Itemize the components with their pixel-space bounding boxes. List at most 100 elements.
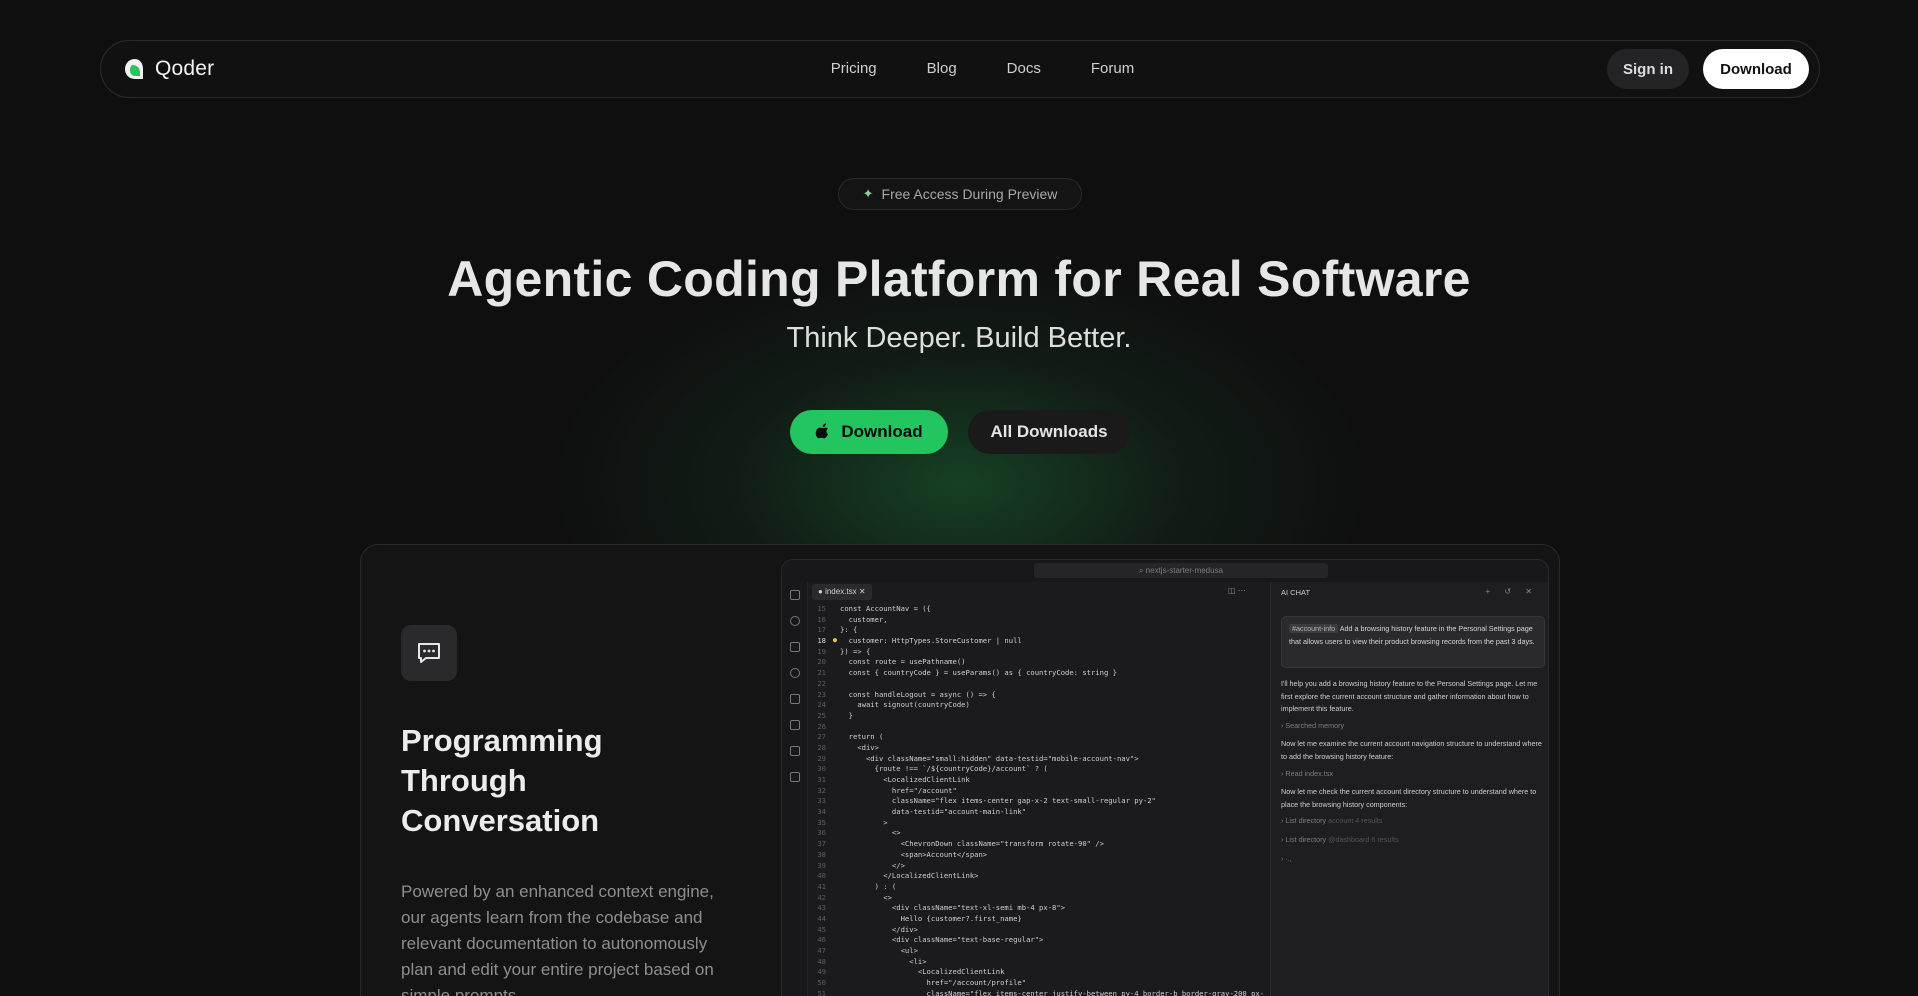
code-text: className="flex items-center gap-x-2 tex…	[840, 796, 1156, 806]
chat-tool-step[interactable]: › Searched memory	[1281, 720, 1548, 733]
code-line: 47 <ul>	[808, 946, 1270, 957]
line-number: 21	[817, 668, 826, 678]
explorer-icon[interactable]	[790, 590, 800, 600]
gutter	[830, 871, 840, 882]
terminal-icon[interactable]	[790, 746, 800, 756]
sign-in-button[interactable]: Sign in	[1607, 49, 1689, 89]
ai-chat-header-icons[interactable]: + ↺ ✕	[1485, 587, 1538, 596]
chat-tool-step[interactable]: › Read index.tsx	[1281, 768, 1548, 781]
code-text: <div className="text-base-regular">	[840, 935, 1044, 945]
nav-link-forum[interactable]: Forum	[1091, 60, 1134, 77]
gutter	[830, 711, 840, 722]
chat-tool-step[interactable]: › ·.,	[1281, 853, 1548, 866]
all-downloads-button[interactable]: All Downloads	[968, 410, 1130, 454]
nav-download-button[interactable]: Download	[1703, 49, 1809, 89]
code-line: 36 <>	[808, 828, 1270, 839]
hero-download-button[interactable]: Download	[790, 410, 948, 454]
code-text: const handleLogout = async () => {	[840, 689, 996, 699]
run-icon[interactable]	[790, 720, 800, 730]
code-text: </>	[840, 860, 905, 870]
code-text: <LocalizedClientLink	[840, 967, 1005, 977]
search-icon[interactable]	[790, 616, 800, 626]
gutter	[830, 625, 840, 636]
line-number: 16	[817, 614, 826, 624]
line-number: 22	[817, 678, 826, 688]
code-text: Hello {customer?.first_name}	[840, 913, 1022, 923]
code-line: 37 <ChevronDown className="transform rot…	[808, 839, 1270, 850]
line-number: 33	[817, 796, 826, 806]
line-number: 46	[817, 935, 826, 945]
ide-screenshot: ⌕ nextjs-starter-medusa ● index.tsx ✕ ◫ …	[781, 559, 1549, 996]
chat-message: Now let me check the current account dir…	[1281, 787, 1537, 809]
hero-title: Agentic Coding Platform for Real Softwar…	[447, 251, 1471, 307]
tool-step-label: › Searched memory	[1281, 720, 1345, 730]
line-number: 20	[817, 657, 826, 667]
gutter	[830, 700, 840, 711]
nav-link-docs[interactable]: Docs	[1007, 60, 1041, 77]
code-text: <>	[840, 892, 892, 902]
gutter	[830, 743, 840, 754]
chat-tool-step[interactable]: › List directory account 4 results	[1281, 815, 1548, 828]
line-number: 34	[817, 807, 826, 817]
tool-step-label: › List directory	[1281, 834, 1327, 844]
code-line: 22	[808, 679, 1270, 690]
code-line: 20 const route = usePathname()	[808, 657, 1270, 668]
code-text: </div>	[840, 924, 918, 934]
code-text: <div>	[840, 742, 879, 752]
code-text: <>	[840, 828, 901, 838]
code-line: 43 <div className="text-xl-semi mb-4 px-…	[808, 903, 1270, 914]
line-number: 37	[817, 839, 826, 849]
gutter	[830, 893, 840, 904]
lightbulb-icon[interactable]: ●	[830, 636, 840, 647]
line-number: 31	[817, 775, 826, 784]
preview-badge[interactable]: ✦ Free Access During Preview	[838, 178, 1082, 210]
editor-tab-label: index.tsx	[825, 587, 857, 596]
context-tag[interactable]: #account-info	[1289, 624, 1339, 633]
settings-gear-icon[interactable]	[790, 694, 800, 704]
code-line: 18 ● customer: HttpTypes.StoreCustomer | …	[808, 636, 1270, 647]
chat-tool-step[interactable]: › List directory @dashboard 6 results	[1281, 834, 1548, 847]
code-line: 50 href="/account/profile"	[808, 978, 1270, 989]
code-text: <li>	[840, 956, 927, 966]
code-editor[interactable]: 15 const AccountNav = ({16 customer, 17}: …	[808, 604, 1270, 996]
source-control-icon[interactable]	[790, 642, 800, 652]
code-text: <span>Account</span>	[840, 849, 988, 859]
code-text: customer,	[840, 614, 888, 624]
line-number: 44	[817, 913, 826, 923]
line-number: 25	[817, 710, 826, 720]
gutter	[830, 786, 840, 797]
code-line: 27 return (	[808, 732, 1270, 743]
magic-wand-icon: ✦	[862, 186, 874, 201]
code-text: className="flex items-center justify-bet…	[840, 988, 1265, 996]
gutter	[830, 807, 840, 818]
code-text: data-testid="account-main-link"	[840, 807, 1027, 817]
code-text: }: {	[840, 625, 858, 635]
line-number: 38	[817, 849, 826, 859]
code-line: 33 className="flex items-center gap-x-2 …	[808, 796, 1270, 807]
code-line: 39 </>	[808, 861, 1270, 872]
extensions-icon[interactable]	[790, 772, 800, 782]
gutter	[830, 668, 840, 679]
gutter	[830, 882, 840, 893]
code-line: 21 const { countryCode } = useParams() a…	[808, 668, 1270, 679]
line-number: 17	[817, 625, 826, 635]
gutter	[830, 722, 840, 733]
editor-tab-index[interactable]: ● index.tsx ✕	[812, 584, 872, 600]
code-text: href="/account/profile"	[840, 978, 1027, 988]
gutter	[830, 647, 840, 658]
debug-icon[interactable]	[790, 668, 800, 678]
code-line: 32 href="/account"	[808, 786, 1270, 797]
nav-link-pricing[interactable]: Pricing	[831, 60, 877, 77]
gutter	[830, 604, 840, 615]
line-number: 51	[817, 988, 826, 996]
ide-command-search[interactable]: ⌕ nextjs-starter-medusa	[1034, 563, 1328, 578]
code-text: await signout(countryCode)	[840, 700, 970, 710]
line-number: 40	[817, 871, 826, 881]
line-number: 23	[817, 689, 826, 699]
gutter	[830, 850, 840, 861]
editor-toolbar-icons[interactable]: ◫ ⋯	[1228, 586, 1246, 595]
nav-link-blog[interactable]: Blog	[927, 60, 957, 77]
gutter	[830, 925, 840, 936]
gutter	[830, 764, 840, 775]
gutter	[830, 946, 840, 957]
